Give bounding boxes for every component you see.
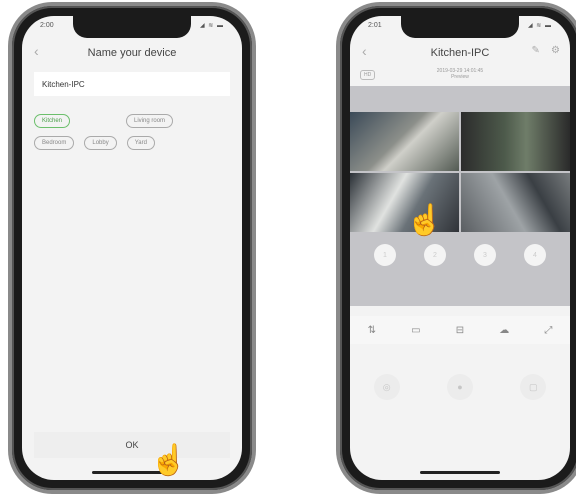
talk-button-icon[interactable]: ● bbox=[446, 374, 473, 400]
ok-button[interactable]: OK bbox=[34, 432, 230, 458]
playback-button-icon[interactable]: ▢ bbox=[520, 374, 547, 400]
info-bar: HD 2019-03-29 14:01:45 Preview bbox=[350, 66, 570, 86]
camera-feed-4[interactable] bbox=[461, 173, 570, 232]
nav-bar: ‹ Name your device bbox=[22, 40, 242, 66]
status-time: 2:01 bbox=[368, 22, 382, 29]
camera-feed-1[interactable] bbox=[350, 112, 459, 171]
channel-2-button[interactable]: 2 bbox=[424, 244, 446, 266]
camera-live-screen: 2:01 ◢ ≋ ▬ ‹ Kitchen-IPC ✎ ⚙ HD 2019-03-… bbox=[350, 16, 570, 480]
back-icon[interactable]: ‹ bbox=[34, 43, 39, 59]
nav-actions: ✎ ⚙ bbox=[532, 45, 560, 56]
camera-grid bbox=[350, 112, 570, 232]
camera-feed-2[interactable] bbox=[461, 112, 570, 171]
settings-icon[interactable]: ⚙ bbox=[551, 45, 560, 56]
hd-badge[interactable]: HD bbox=[360, 70, 376, 80]
speak-button-icon[interactable]: ◎ bbox=[373, 374, 400, 400]
pointing-hand-icon: ☝ bbox=[150, 444, 188, 477]
screenshot-icon[interactable]: ▭ bbox=[411, 325, 420, 336]
chip-bedroom[interactable]: Bedroom bbox=[34, 136, 75, 150]
room-chips: Kitchen Living room Bedroom Lobby Yard bbox=[34, 114, 230, 158]
device-name-field[interactable]: Kitchen-IPC bbox=[34, 72, 230, 96]
channel-1-button[interactable]: 1 bbox=[374, 244, 396, 266]
name-device-screen: 2:00 ◢ ≋ ▬ ‹ Name your device Kitchen-IP… bbox=[22, 16, 242, 480]
phone-left: 2:00 ◢ ≋ ▬ ‹ Name your device Kitchen-IP… bbox=[12, 6, 252, 490]
page-title: Name your device bbox=[87, 47, 177, 59]
chip-living-room[interactable]: Living room bbox=[126, 114, 174, 128]
channel-3-button[interactable]: 3 bbox=[474, 244, 496, 266]
chip-kitchen[interactable]: Kitchen bbox=[34, 114, 71, 128]
pointing-hand-icon: ☝ bbox=[406, 204, 444, 237]
channel-selector: 1 2 3 4 bbox=[350, 244, 570, 266]
mute-icon[interactable]: ⇅ bbox=[368, 325, 376, 336]
edit-icon[interactable]: ✎ bbox=[532, 45, 540, 56]
status-time: 2:00 bbox=[40, 22, 54, 29]
status-text: Preview bbox=[451, 74, 469, 80]
channel-4-button[interactable]: 4 bbox=[524, 244, 546, 266]
back-icon[interactable]: ‹ bbox=[362, 43, 367, 59]
status-icons: ◢ ≋ ▬ bbox=[528, 23, 552, 29]
notch bbox=[401, 16, 519, 38]
camera-title: Kitchen-IPC bbox=[430, 47, 490, 59]
playback-toolbar: ⇅ ▭ ⊟ ☁ ⤢ bbox=[350, 316, 570, 344]
home-indicator bbox=[420, 471, 500, 474]
cloud-icon[interactable]: ☁ bbox=[499, 325, 509, 336]
chip-lobby[interactable]: Lobby bbox=[84, 136, 117, 150]
notch bbox=[73, 16, 191, 38]
phone-right: 2:01 ◢ ≋ ▬ ‹ Kitchen-IPC ✎ ⚙ HD 2019-03-… bbox=[340, 6, 576, 490]
nav-bar: ‹ Kitchen-IPC ✎ ⚙ bbox=[350, 40, 570, 66]
chip-yard[interactable]: Yard bbox=[126, 136, 155, 150]
fullscreen-icon[interactable]: ⤢ bbox=[544, 325, 552, 336]
status-icons: ◢ ≋ ▬ bbox=[200, 23, 224, 29]
bottom-controls: ◎ ● ▢ bbox=[350, 374, 570, 400]
record-icon[interactable]: ⊟ bbox=[456, 325, 464, 336]
